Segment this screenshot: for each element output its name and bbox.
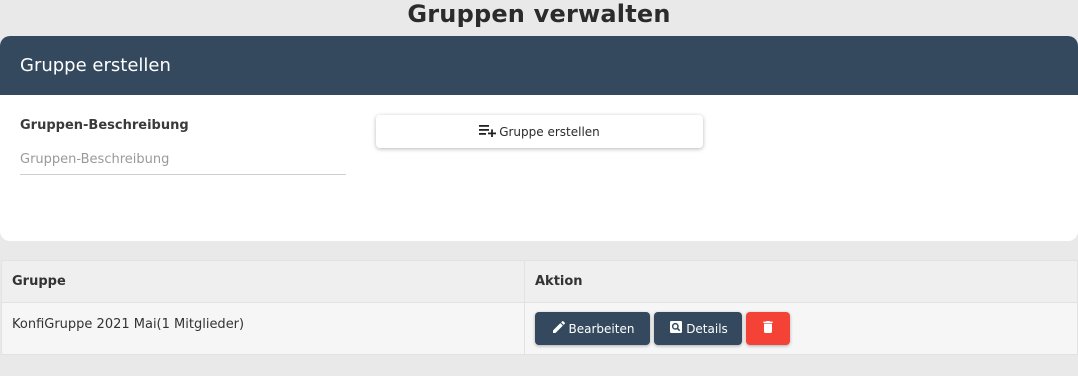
card-header-title: Gruppe erstellen — [20, 55, 171, 76]
playlist-add-icon — [479, 123, 497, 140]
action-buttons: Bearbeiten Details — [535, 312, 1077, 345]
group-description-input[interactable] — [20, 145, 346, 175]
group-actions-cell: Bearbeiten Details — [524, 302, 1078, 355]
group-name-cell: KonfiGruppe 2021 Mai(1 Mitglieder) — [1, 302, 525, 355]
create-group-card: Gruppe erstellen Gruppen-Beschreibung Gr… — [0, 36, 1078, 241]
page-title: Gruppen verwalten — [407, 0, 671, 28]
column-header-group: Gruppe — [1, 260, 525, 303]
edit-button-label: Bearbeiten — [568, 321, 635, 336]
details-button[interactable]: Details — [654, 312, 742, 345]
edit-button[interactable]: Bearbeiten — [535, 312, 650, 345]
card-header: Gruppe erstellen — [0, 36, 1078, 95]
create-group-button[interactable]: Gruppe erstellen — [376, 115, 703, 148]
details-button-label: Details — [686, 321, 728, 336]
trash-icon — [760, 319, 776, 338]
delete-button[interactable] — [746, 312, 790, 345]
group-description-label: Gruppen-Beschreibung — [20, 118, 189, 133]
groups-table: Gruppe Aktion KonfiGruppe 2021 Mai(1 Mit… — [1, 260, 1078, 355]
table-header-row: Gruppe Aktion — [1, 260, 1078, 303]
create-group-button-label: Gruppe erstellen — [499, 124, 600, 139]
table-row: KonfiGruppe 2021 Mai(1 Mitglieder) Bearb… — [1, 302, 1078, 355]
search-icon — [668, 319, 684, 338]
column-header-action: Aktion — [524, 260, 1078, 303]
pencil-icon — [551, 319, 567, 338]
